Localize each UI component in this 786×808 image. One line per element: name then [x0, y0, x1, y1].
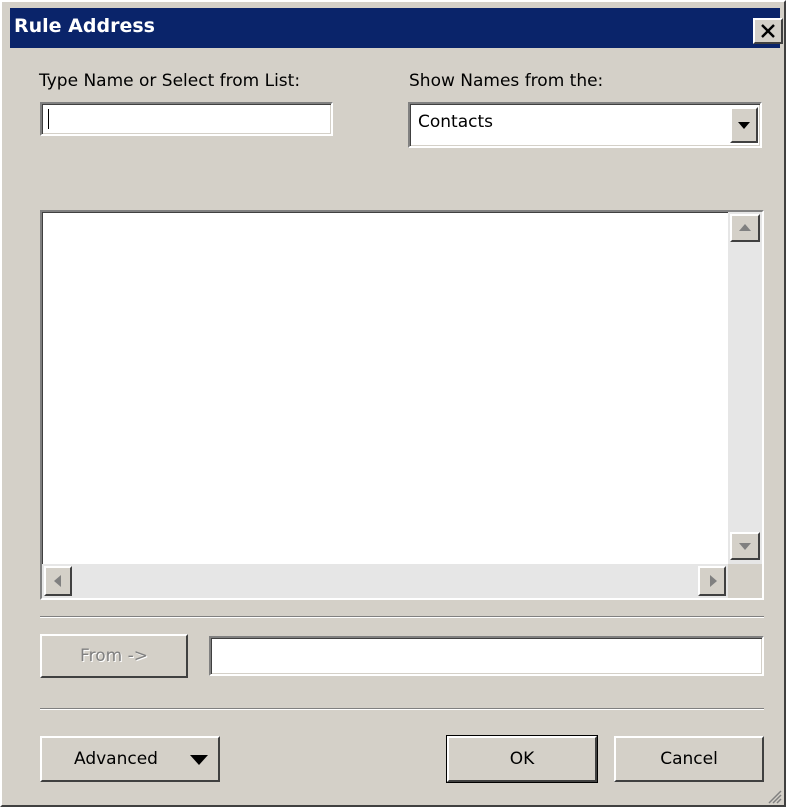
cancel-button[interactable]: Cancel: [614, 736, 764, 782]
ok-button-label: OK: [509, 749, 535, 769]
separator-bottom: [40, 708, 764, 710]
address-book-select[interactable]: Contacts: [408, 102, 762, 148]
scroll-up-button[interactable]: [730, 214, 760, 242]
resize-grip-icon[interactable]: [766, 788, 782, 808]
close-button[interactable]: [753, 18, 783, 44]
arrow-left-icon: [54, 575, 61, 587]
ok-button[interactable]: OK: [447, 736, 597, 782]
from-button-label: From ->: [80, 646, 148, 666]
scroll-right-button[interactable]: [698, 566, 726, 596]
advanced-button[interactable]: Advanced: [40, 736, 220, 782]
horizontal-scrollbar[interactable]: [42, 564, 728, 598]
name-search-input[interactable]: [40, 102, 333, 136]
cancel-button-label: Cancel: [660, 749, 718, 769]
address-book-selected: Contacts: [418, 112, 493, 132]
arrow-right-icon: [710, 575, 717, 587]
source-select-label: Show Names from the:: [409, 71, 604, 91]
separator-top: [40, 616, 764, 618]
names-list[interactable]: [40, 210, 764, 600]
scrollbar-corner: [728, 564, 762, 598]
scroll-left-button[interactable]: [44, 566, 72, 596]
arrow-down-icon: [739, 543, 751, 550]
scroll-down-button[interactable]: [730, 532, 760, 560]
text-caret: [48, 109, 49, 129]
vertical-scrollbar[interactable]: [728, 212, 762, 564]
window-title: Rule Address: [14, 15, 155, 37]
chevron-down-icon: [190, 755, 208, 765]
advanced-button-label: Advanced: [74, 749, 158, 769]
arrow-up-icon: [739, 224, 751, 231]
chevron-down-icon: [738, 122, 750, 129]
title-bar[interactable]: Rule Address: [10, 8, 780, 48]
name-input-label: Type Name or Select from List:: [39, 71, 301, 91]
dropdown-button[interactable]: [730, 107, 758, 143]
rule-address-dialog: Rule Address Type Name or Select from Li…: [0, 0, 786, 807]
from-button[interactable]: From ->: [40, 634, 188, 678]
from-recipient-field[interactable]: [209, 636, 764, 676]
